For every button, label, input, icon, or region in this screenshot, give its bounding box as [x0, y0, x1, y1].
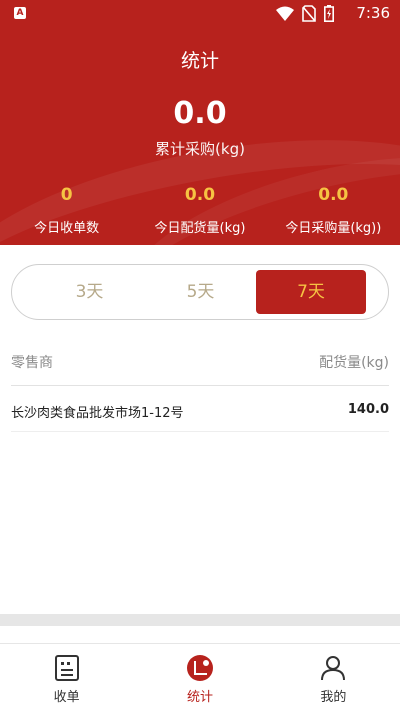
- list-icon: [54, 655, 79, 681]
- page-title: 统计: [180, 50, 219, 72]
- table-header: 零售商 配货量(kg): [11, 350, 389, 386]
- tab-profile[interactable]: 我的: [267, 644, 400, 711]
- range-option-5-days[interactable]: 5天: [145, 270, 256, 314]
- retailer-name: 长沙肉类食品批发市场1-12号: [11, 406, 184, 421]
- stat-today-purchase: 0.0 今日采购量(kg)): [267, 185, 400, 236]
- wifi-icon: [276, 6, 294, 21]
- tab-label: 统计: [186, 690, 213, 705]
- content-divider: [0, 614, 400, 626]
- chart-icon: [186, 655, 213, 681]
- battery-icon: [324, 5, 334, 22]
- status-time: 7:36: [356, 4, 390, 22]
- no-sim-icon: [302, 5, 316, 22]
- tab-label: 我的: [320, 690, 347, 705]
- distribution-amount: 140.0: [347, 402, 389, 417]
- stat-label: 今日采购量(kg)): [285, 221, 382, 236]
- range-option-7-days[interactable]: 7天: [256, 270, 366, 314]
- notification-icon: A: [14, 7, 26, 19]
- status-icons: [276, 5, 334, 22]
- range-option-3-days[interactable]: 3天: [34, 270, 145, 314]
- range-selector: 3天 5天 7天: [11, 264, 389, 320]
- stat-value: 0: [60, 185, 73, 205]
- bottom-tab-bar: 收单 统计 我的: [0, 643, 400, 711]
- table-row[interactable]: 长沙肉类食品批发市场1-12号 140.0: [11, 396, 389, 432]
- total-purchase-label: 累计采购(kg): [155, 140, 245, 158]
- tab-label: 收单: [53, 690, 80, 705]
- user-icon: [321, 656, 346, 681]
- stat-label: 今日配货量(kg): [154, 221, 246, 236]
- stat-label: 今日收单数: [34, 221, 100, 236]
- stat-value: 0.0: [318, 185, 349, 205]
- stats-header: A 7:36 统计 0.0 累计采购(kg) 0 今日收单数 0.0 今日配货量…: [0, 0, 400, 245]
- stat-value: 0.0: [184, 185, 216, 205]
- tab-statistics[interactable]: 统计: [133, 644, 266, 711]
- stat-today-distribution: 0.0 今日配货量(kg): [133, 185, 266, 236]
- today-stats: 0 今日收单数 0.0 今日配货量(kg) 0.0 今日采购量(kg)): [0, 185, 400, 236]
- column-header-retailer: 零售商: [11, 355, 53, 371]
- column-header-distribution: 配货量(kg): [319, 355, 389, 371]
- tab-orders[interactable]: 收单: [0, 644, 133, 711]
- status-bar: A 7:36: [0, 0, 400, 28]
- total-purchase-value: 0.0: [173, 96, 227, 131]
- stat-today-orders: 0 今日收单数: [0, 185, 133, 236]
